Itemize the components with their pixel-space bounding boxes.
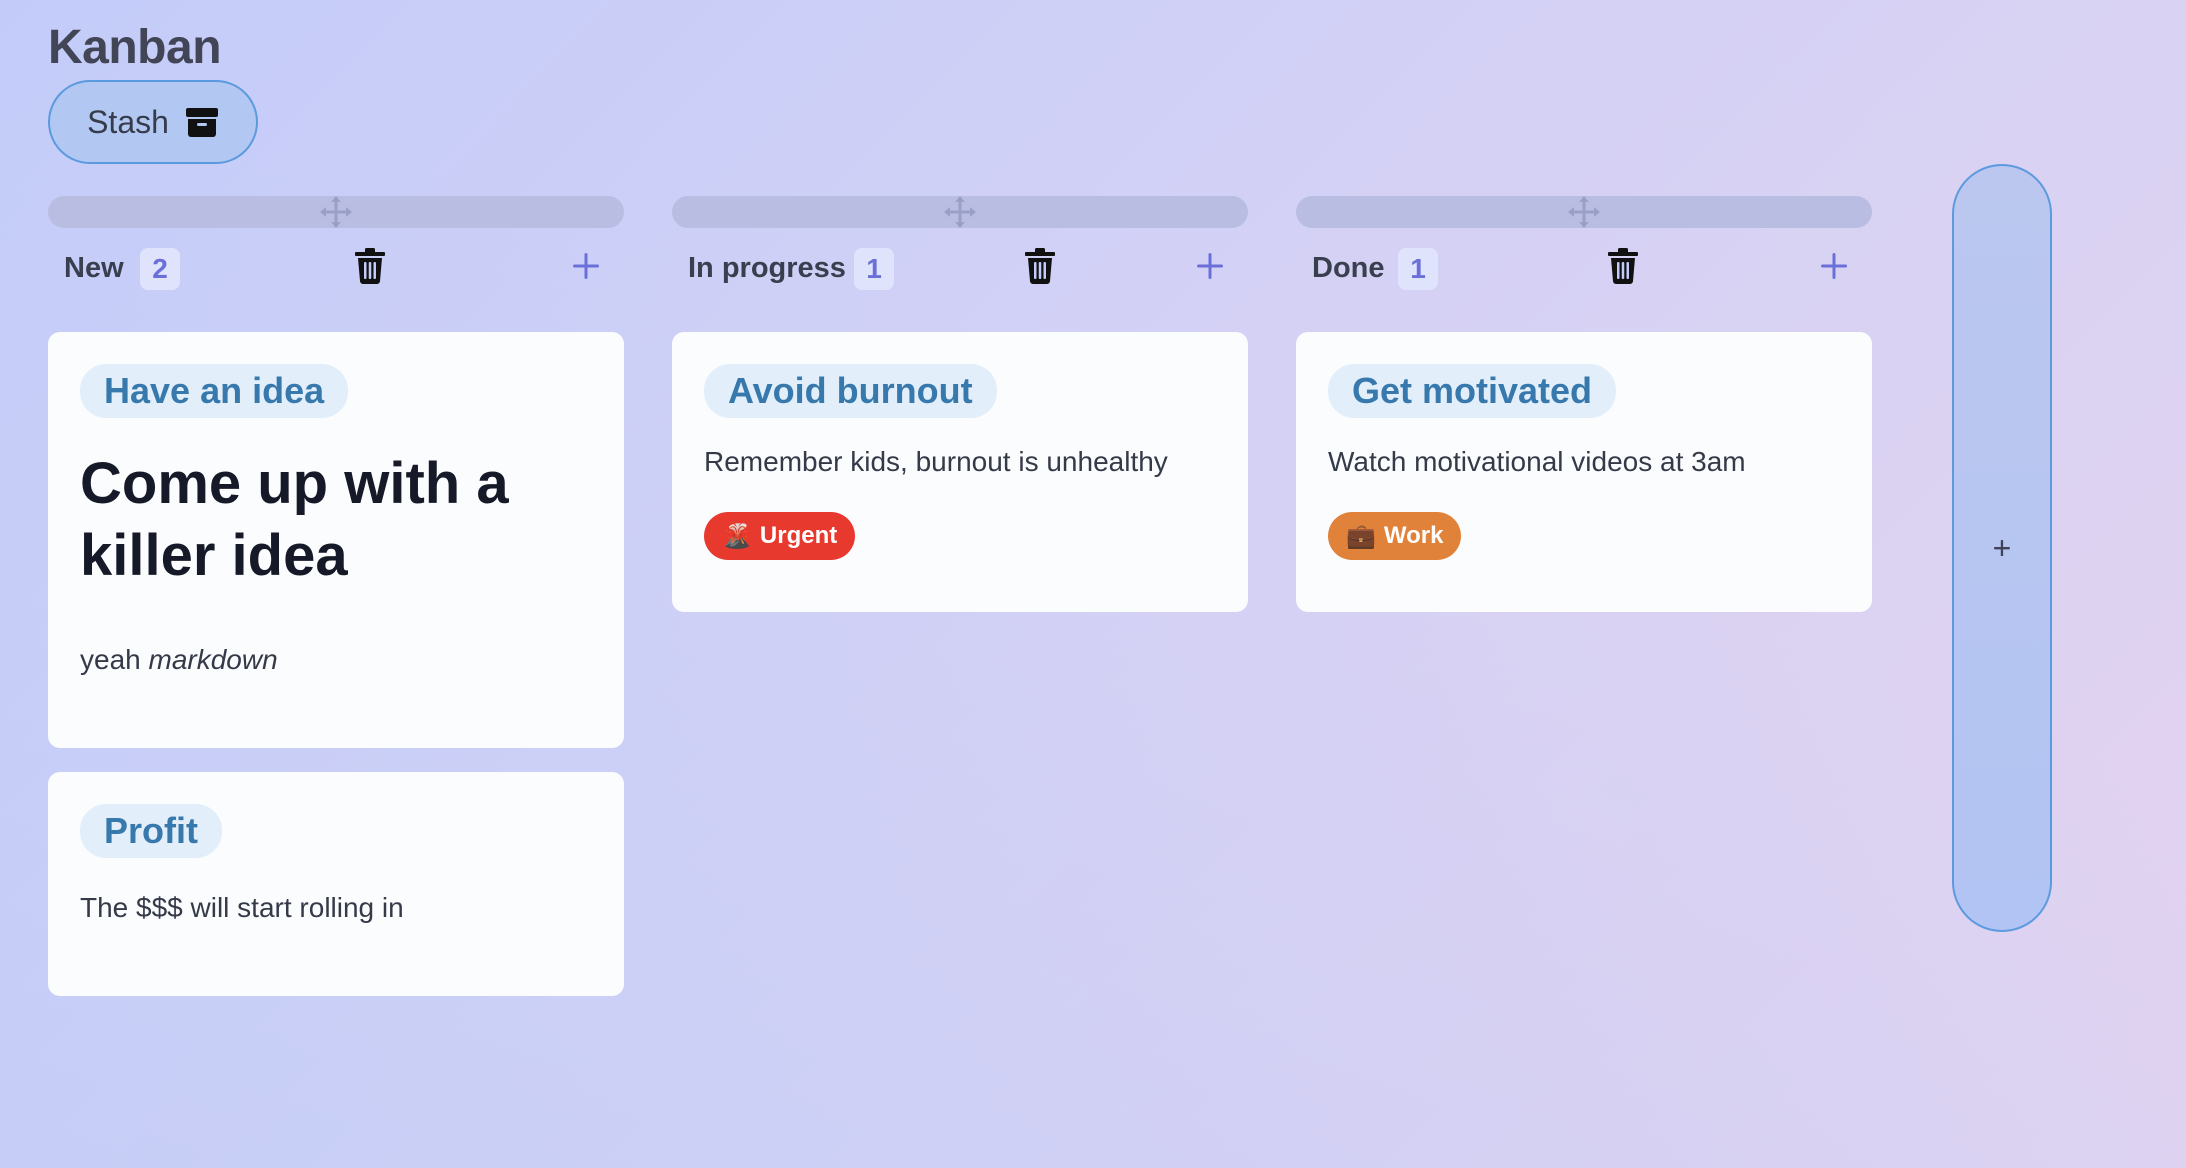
trash-icon	[1608, 248, 1638, 284]
stash-button[interactable]: Stash	[48, 80, 258, 164]
card-title: Profit	[80, 804, 222, 858]
column-header: New 2	[48, 236, 624, 308]
trash-icon	[355, 248, 385, 284]
plus-icon	[1197, 253, 1223, 279]
plus-icon	[573, 253, 599, 279]
column-in-progress: In progress 1 Avoid burnout Remember kid…	[672, 196, 1248, 612]
delete-column-button[interactable]	[355, 248, 385, 284]
card[interactable]: Profit The $$$ will start rolling in	[48, 772, 624, 996]
page-title: Kanban	[48, 21, 222, 74]
volcano-icon: 🌋	[722, 522, 752, 550]
add-column-button[interactable]: +	[1952, 164, 2052, 932]
archive-box-icon	[185, 108, 218, 137]
column-header: Done 1	[1296, 236, 1872, 308]
add-card-button[interactable]	[1818, 250, 1850, 282]
delete-column-button[interactable]	[1608, 248, 1638, 284]
card-text: Watch motivational videos at 3am	[1328, 446, 1746, 477]
column-name: New	[64, 252, 124, 284]
card-text: yeah markdown	[80, 644, 592, 676]
tag-work: 💼 Work	[1328, 512, 1462, 560]
card-heading: Come up with a killer idea	[80, 451, 509, 588]
tag-label: Work	[1383, 522, 1444, 549]
move-icon	[320, 196, 352, 228]
plus-icon	[1821, 253, 1847, 279]
column-count-badge: 1	[1398, 248, 1438, 290]
column-count-badge: 1	[854, 248, 894, 290]
card[interactable]: Get motivated Watch motivational videos …	[1296, 332, 1872, 612]
card-text: The $$$ will start rolling in	[80, 892, 404, 923]
column-header: In progress 1	[672, 236, 1248, 308]
card-title: Get motivated	[1328, 364, 1617, 418]
stash-label: Stash	[87, 103, 169, 140]
add-card-button[interactable]	[570, 250, 602, 282]
move-icon	[1568, 196, 1600, 228]
card-title: Avoid burnout	[704, 364, 997, 418]
delete-column-button[interactable]	[1025, 248, 1055, 284]
kanban-app: Kanban Stash New 2 Have an idea Come up …	[0, 0, 2186, 1168]
column-drag-handle[interactable]	[48, 196, 624, 228]
card-text-plain: yeah	[80, 644, 149, 675]
card-title: Have an idea	[80, 364, 349, 418]
column-drag-handle[interactable]	[672, 196, 1248, 228]
tag-label: Urgent	[759, 522, 838, 549]
column-new: New 2 Have an idea Come up with a killer…	[48, 196, 624, 996]
tag-urgent: 🌋 Urgent	[704, 512, 856, 560]
trash-icon	[1025, 248, 1055, 284]
column-name: Done	[1312, 252, 1385, 284]
add-card-button[interactable]	[1194, 250, 1226, 282]
column-done: Done 1 Get motivated Watch motivational …	[1296, 196, 1872, 612]
move-icon	[944, 196, 976, 228]
briefcase-icon: 💼	[1346, 522, 1376, 550]
card[interactable]: Have an idea Come up with a killer idea …	[48, 332, 624, 748]
plus-icon: +	[1992, 529, 2012, 566]
column-name: In progress	[688, 252, 846, 284]
column-drag-handle[interactable]	[1296, 196, 1872, 228]
column-count-badge: 2	[140, 248, 180, 290]
card-text: Remember kids, burnout is unhealthy	[704, 446, 1168, 477]
card[interactable]: Avoid burnout Remember kids, burnout is …	[672, 332, 1248, 612]
card-text-emphasis: markdown	[148, 644, 278, 675]
